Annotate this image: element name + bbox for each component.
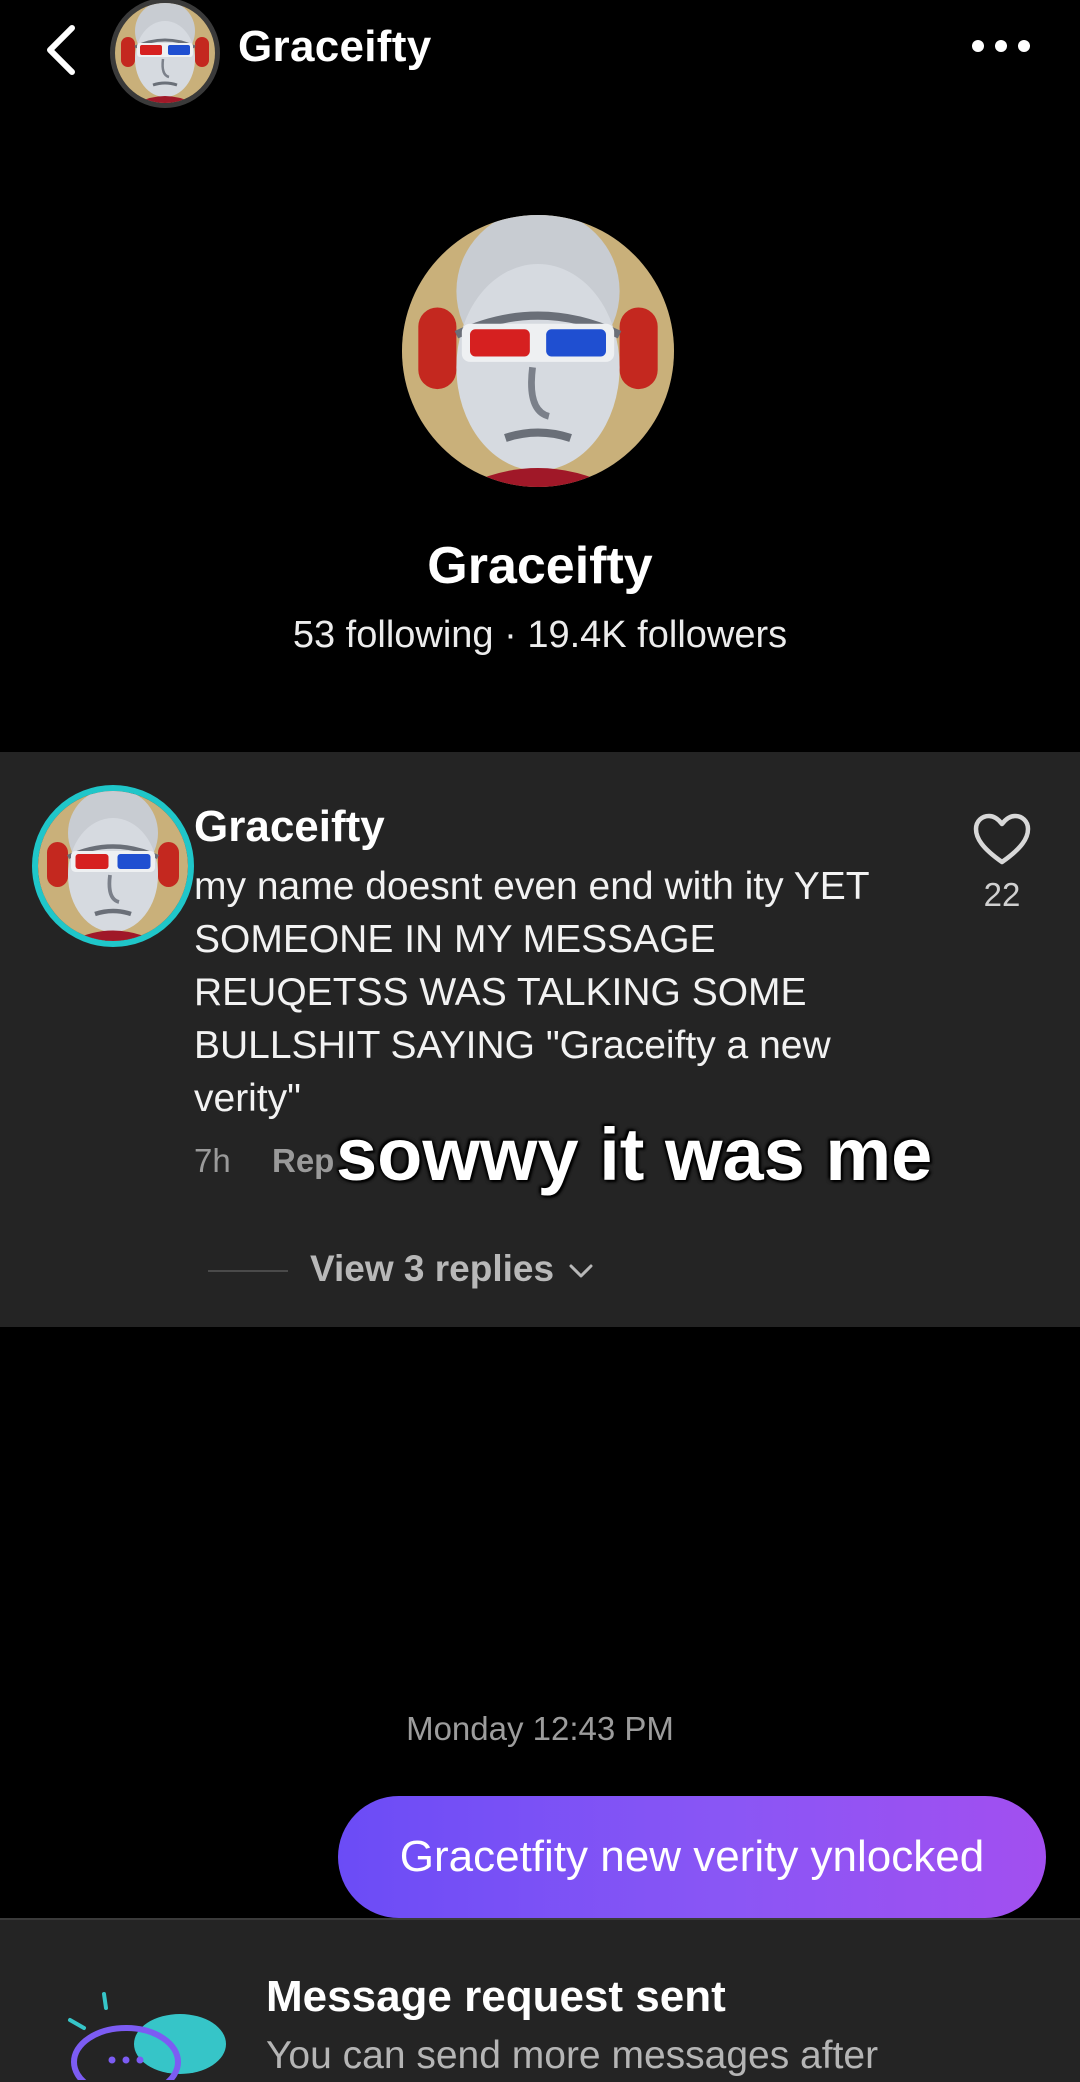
- header-title[interactable]: Graceifty: [238, 22, 431, 72]
- profile-stats: 53 following · 19.4K followers: [292, 614, 788, 656]
- replies-divider: [208, 1270, 288, 1272]
- header-avatar[interactable]: [110, 0, 220, 108]
- message-timestamp: Monday 12:43 PM: [406, 1710, 674, 1747]
- comment-username[interactable]: Graceifty: [194, 802, 385, 852]
- comment-time: 7h: [194, 1142, 231, 1179]
- chevron-left-icon[interactable]: [40, 22, 84, 78]
- more-horizontal-icon[interactable]: [970, 28, 1032, 64]
- like-count: 22: [983, 876, 1021, 913]
- sent-message-text: Gracetfity new verity ynlocked: [399, 1832, 985, 1881]
- profile-avatar[interactable]: [402, 215, 674, 487]
- sent-message-bubble[interactable]: Gracetfity new verity ynlocked: [338, 1796, 1046, 1918]
- heart-icon[interactable]: [972, 812, 1032, 868]
- request-subtitle: You can send more messages after: [266, 2034, 879, 2077]
- comment-avatar[interactable]: [32, 785, 194, 947]
- request-title: Message request sent: [266, 1972, 726, 2021]
- view-replies-label: View 3 replies: [310, 1248, 555, 1289]
- view-replies-button[interactable]: View 3 replies: [310, 1248, 594, 1290]
- reply-button[interactable]: Rep: [272, 1142, 334, 1180]
- top-bar: Graceifty: [0, 0, 1080, 108]
- comment-text: my name doesnt even end with ity YET SOM…: [194, 865, 869, 1120]
- chat-bubbles-icon: [68, 1992, 226, 2080]
- profile-name: Graceifty: [427, 537, 653, 595]
- overlay-caption: sowwy it was me: [336, 1113, 933, 1196]
- chevron-down-icon: [569, 1264, 593, 1278]
